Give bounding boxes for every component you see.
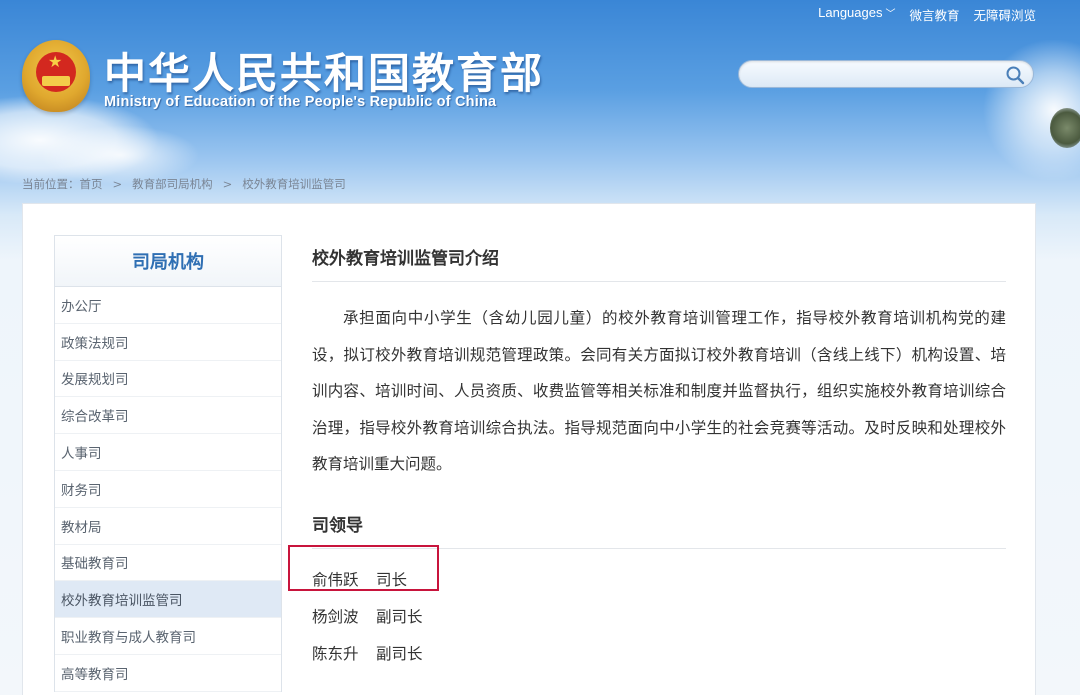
emblem-star: ★ (48, 52, 63, 71)
sidebar-item-office[interactable]: 办公厅 (55, 287, 281, 324)
leader-list: 俞伟跃 司长 杨剑波 副司长 陈东升 副司长 (312, 561, 1006, 672)
top-nav: Languages ﹀ 微言教育 无障碍浏览 (818, 5, 1036, 24)
site-title[interactable]: 中华人民共和国教育部 (104, 40, 544, 101)
sidebar-item-offcampus-training[interactable]: 校外教育培训监管司 (55, 581, 281, 619)
sidebar-item-comprehensive-reform[interactable]: 综合改革司 (55, 397, 281, 435)
emblem-gate (42, 76, 70, 86)
sidebar-item-finance[interactable]: 财务司 (55, 471, 281, 508)
sidebar-item-higher-education[interactable]: 高等教育司 (55, 655, 281, 692)
breadcrumb-prefix: 当前位置： (22, 177, 80, 191)
breadcrumb-home[interactable]: 首页 (80, 177, 103, 191)
search-icon[interactable] (1005, 65, 1025, 85)
dandelion-decoration (1050, 108, 1080, 148)
search-input[interactable] (751, 64, 1001, 84)
sidebar: 司局机构 办公厅 政策法规司 发展规划司 综合改革司 人事司 财务司 教材局 基… (54, 235, 282, 692)
search-box (738, 60, 1034, 88)
accessible-browse-link[interactable]: 无障碍浏览 (973, 5, 1036, 24)
sidebar-item-personnel[interactable]: 人事司 (55, 434, 281, 471)
sidebar-item-vocational-education[interactable]: 职业教育与成人教育司 (55, 618, 281, 655)
leader-name: 俞伟跃 (312, 571, 359, 589)
main-panel: 司局机构 办公厅 政策法规司 发展规划司 综合改革司 人事司 财务司 教材局 基… (22, 203, 1036, 695)
languages-menu[interactable]: Languages ﹀ (818, 5, 895, 24)
chevron-down-icon: ﹀ (885, 9, 896, 20)
leader-name: 杨剑波 (312, 608, 359, 626)
leader-name: 陈东升 (312, 645, 359, 663)
breadcrumb-separator: > (222, 177, 233, 191)
leader-position: 副司长 (376, 645, 423, 663)
sidebar-item-textbooks[interactable]: 教材局 (55, 508, 281, 545)
national-emblem-icon[interactable]: ★ (22, 40, 90, 112)
content-area: 校外教育培训监管司介绍 承担面向中小学生（含幼儿园儿童）的校外教育培训管理工作，… (312, 244, 1006, 672)
leader-position: 副司长 (376, 608, 423, 626)
intro-title: 校外教育培训监管司介绍 (312, 244, 1006, 282)
sidebar-list: 办公厅 政策法规司 发展规划司 综合改革司 人事司 财务司 教材局 基础教育司 … (54, 287, 282, 692)
site-subtitle[interactable]: Ministry of Education of the People's Re… (104, 94, 496, 110)
sidebar-item-basic-education[interactable]: 基础教育司 (55, 545, 281, 582)
sidebar-item-development-planning[interactable]: 发展规划司 (55, 361, 281, 398)
breadcrumb-separator: > (112, 177, 123, 191)
weiyan-link[interactable]: 微言教育 (909, 5, 959, 24)
sidebar-title: 司局机构 (54, 235, 282, 287)
leader-item: 俞伟跃 司长 (312, 561, 1006, 598)
leaders-title: 司领导 (312, 511, 1006, 549)
sidebar-item-policy-law[interactable]: 政策法规司 (55, 324, 281, 361)
breadcrumb-bureaus[interactable]: 教育部司局机构 (132, 177, 213, 191)
breadcrumb-current[interactable]: 校外教育培训监管司 (242, 177, 346, 191)
languages-label: Languages (818, 5, 883, 20)
leader-item: 陈东升 副司长 (312, 635, 1006, 672)
breadcrumb: 当前位置：首页 > 教育部司局机构 > 校外教育培训监管司 (22, 176, 346, 192)
leader-item: 杨剑波 副司长 (312, 598, 1006, 635)
intro-text: 承担面向中小学生（含幼儿园儿童）的校外教育培训管理工作，指导校外教育培训机构党的… (312, 309, 1006, 473)
leader-position: 司长 (376, 571, 408, 589)
